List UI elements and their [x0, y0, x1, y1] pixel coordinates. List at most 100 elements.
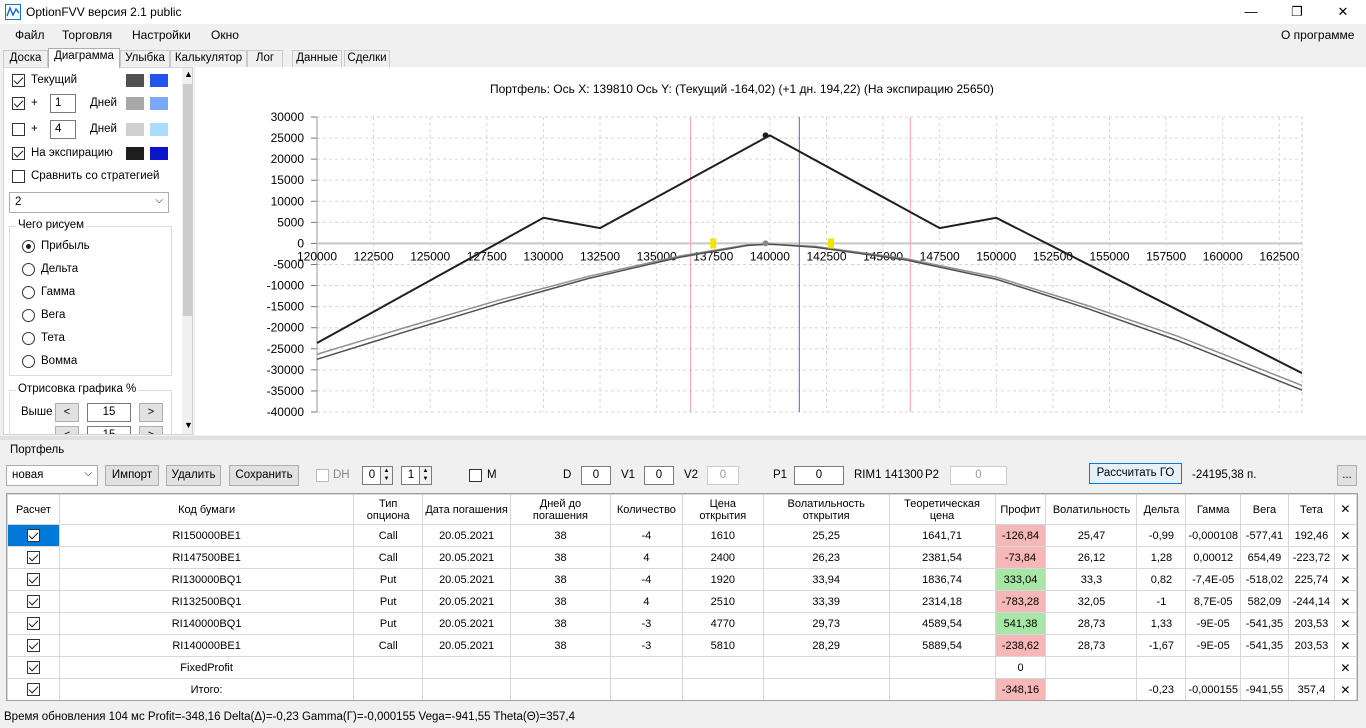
plus2-color-dark[interactable] — [126, 123, 144, 136]
panel-splitter[interactable] — [0, 436, 1366, 440]
tab-board[interactable]: Доска — [3, 50, 48, 67]
table-row[interactable]: RI140000BQ1 Put 20.05.2021 38 -3 4770 29,73 458… — [7, 612, 1357, 635]
radio-profit[interactable] — [22, 240, 35, 253]
calc-cell[interactable] — [7, 634, 60, 657]
above-increase-button[interactable]: > — [139, 403, 163, 422]
dh-value-1[interactable]: 0 — [362, 466, 382, 485]
col-header[interactable]: Вега — [1239, 494, 1289, 525]
col-header[interactable]: Тета — [1287, 494, 1335, 525]
table-row[interactable]: RI130000BQ1 Put 20.05.2021 38 -4 1920 33,94 183… — [7, 568, 1357, 591]
p2-value[interactable]: 0 — [950, 466, 1007, 485]
v2-value[interactable]: 0 — [707, 466, 739, 485]
tab-log[interactable]: Лог — [247, 50, 283, 67]
col-header[interactable]: Расчет — [7, 494, 60, 525]
plus2-days-input[interactable]: 4 — [50, 120, 76, 139]
m-checkbox[interactable] — [469, 469, 482, 482]
menu-file[interactable]: Файл — [15, 28, 45, 42]
plus1-checkbox[interactable] — [12, 97, 25, 110]
tab-smile[interactable]: Улыбка — [120, 50, 170, 67]
below-increase-button[interactable]: > — [139, 426, 163, 434]
radio-vega[interactable] — [22, 309, 35, 322]
plus2-checkbox[interactable] — [12, 123, 25, 136]
expiry-checkbox[interactable] — [12, 147, 25, 160]
remove-row-icon[interactable]: ✕ — [1333, 568, 1357, 591]
table-row[interactable]: RI147500BE1 Call 20.05.2021 38 4 2400 26,23 238… — [7, 546, 1357, 569]
col-header[interactable]: Дней до погашения — [510, 494, 611, 525]
remove-row-icon[interactable]: ✕ — [1333, 634, 1357, 657]
expiry-color-light[interactable] — [150, 147, 168, 160]
col-header[interactable]: Дата погашения — [422, 494, 512, 525]
remove-row-icon[interactable]: ✕ — [1333, 546, 1357, 569]
calc-margin-button[interactable]: Рассчитать ГО — [1089, 463, 1182, 484]
row-calc-checkbox[interactable] — [26, 551, 40, 564]
remove-row-icon[interactable]: ✕ — [1333, 656, 1357, 679]
col-header[interactable]: Дельта — [1136, 494, 1187, 525]
close-all-icon[interactable]: ✕ — [1333, 494, 1357, 525]
maximize-button[interactable]: ❐ — [1274, 0, 1320, 24]
radio-theta[interactable] — [22, 332, 35, 345]
remove-row-icon[interactable]: ✕ — [1333, 612, 1357, 635]
col-header[interactable]: Теоретическая цена — [888, 494, 996, 525]
remove-row-icon[interactable]: ✕ — [1333, 524, 1357, 547]
current-color-dark[interactable] — [126, 74, 144, 87]
calc-cell[interactable] — [7, 546, 60, 569]
row-calc-checkbox[interactable] — [26, 617, 40, 630]
calc-cell[interactable] — [7, 678, 60, 700]
strategy-select[interactable]: 2 ⌵ — [9, 192, 169, 213]
calc-cell[interactable] — [7, 524, 60, 547]
menu-trading[interactable]: Торговля — [62, 28, 112, 42]
tab-diagram[interactable]: Диаграмма — [48, 48, 120, 68]
p1-value[interactable]: 0 — [794, 466, 844, 485]
remove-row-icon[interactable]: ✕ — [1333, 590, 1357, 613]
table-row[interactable]: Итого: -348,16 -0,23 -0,000155 -941,55 357,4 ✕ — [7, 678, 1357, 700]
compare-checkbox[interactable] — [12, 170, 25, 183]
row-calc-checkbox[interactable] — [26, 595, 40, 608]
save-button[interactable]: Сохранить — [229, 465, 299, 486]
below-value[interactable]: 15 — [87, 426, 131, 434]
minimize-button[interactable]: — — [1228, 0, 1274, 24]
menu-about[interactable]: О программе — [1281, 28, 1354, 42]
table-row[interactable]: FixedProfit 0 ✕ — [7, 656, 1357, 679]
scrollbar-thumb[interactable] — [183, 84, 192, 316]
above-value[interactable]: 15 — [87, 403, 131, 422]
plus1-color-dark[interactable] — [126, 97, 144, 110]
more-button[interactable]: ... — [1337, 465, 1357, 486]
plus1-days-input[interactable]: 1 — [50, 94, 76, 113]
col-header[interactable]: Код бумаги — [58, 494, 355, 525]
table-row[interactable]: RI140000BE1 Call 20.05.2021 38 -3 5810 28,29 58… — [7, 634, 1357, 657]
expiry-color-dark[interactable] — [126, 147, 144, 160]
import-button[interactable]: Импорт — [105, 465, 159, 486]
scroll-up-icon[interactable]: ▲ — [184, 69, 192, 79]
tab-data[interactable]: Данные — [292, 50, 342, 67]
calc-cell[interactable] — [7, 656, 60, 679]
calc-cell[interactable] — [7, 568, 60, 591]
radio-vomma[interactable] — [22, 355, 35, 368]
v1-value[interactable]: 0 — [644, 466, 674, 485]
tab-deals[interactable]: Сделки — [344, 50, 390, 67]
calc-cell[interactable] — [7, 590, 60, 613]
menu-settings[interactable]: Настройки — [132, 28, 191, 42]
plus2-color-light[interactable] — [150, 123, 168, 136]
dh-value-2[interactable]: 1 — [401, 466, 421, 485]
below-decrease-button[interactable]: < — [55, 426, 79, 434]
col-header[interactable]: Количество — [609, 494, 683, 525]
panel-scrollbar[interactable]: ▲ ▼ — [182, 68, 192, 434]
d-value[interactable]: 0 — [581, 466, 611, 485]
remove-row-icon[interactable]: ✕ — [1333, 678, 1357, 700]
dh-spinner-1[interactable]: ▲ ▼ — [380, 466, 393, 485]
table-row[interactable]: RI132500BQ1 Put 20.05.2021 38 4 2510 33,39 2314… — [7, 590, 1357, 613]
col-header[interactable]: Цена открытия — [681, 494, 764, 525]
col-header[interactable]: Волатильность — [1045, 494, 1138, 525]
payoff-chart[interactable]: 300002500020000150001000050000-5000-1000… — [195, 67, 1366, 435]
table-row[interactable]: RI150000BE1 Call 20.05.2021 38 -4 1610 25,25 16… — [7, 524, 1357, 547]
tab-calculator[interactable]: Калькулятор — [170, 50, 247, 67]
dh-spinner-2[interactable]: ▲ ▼ — [419, 466, 432, 485]
close-button[interactable]: ✕ — [1320, 0, 1366, 24]
scroll-down-icon[interactable]: ▼ — [184, 420, 192, 430]
col-header[interactable]: Волатильность открытия — [762, 494, 890, 525]
col-header[interactable]: Профит — [994, 494, 1047, 525]
current-color-light[interactable] — [150, 74, 168, 87]
col-header[interactable]: Гамма — [1185, 494, 1241, 525]
current-checkbox[interactable] — [12, 74, 25, 87]
delete-button[interactable]: Удалить — [166, 465, 221, 486]
